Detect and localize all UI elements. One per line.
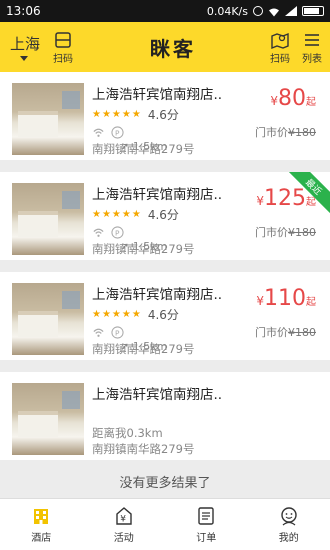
wifi-icon xyxy=(268,7,280,16)
network-speed: 0.04K/s xyxy=(206,4,248,18)
hotel-price: ¥80起 xyxy=(270,86,316,111)
bottom-tab-bar: 酒店 ¥ 活动 订单 我的 xyxy=(0,498,330,550)
distance-value: 1.5km xyxy=(132,340,168,353)
activity-icon: ¥ xyxy=(116,507,132,525)
wifi-amenity-icon xyxy=(93,128,104,137)
price-suffix: 起 xyxy=(306,97,316,108)
tab-label: 我的 xyxy=(278,533,299,544)
battery-icon xyxy=(302,6,324,16)
hotel-distance: ➚ 1.5km xyxy=(120,140,168,153)
parking-icon: P xyxy=(111,326,124,339)
wifi-amenity-icon xyxy=(93,228,104,237)
star-rating-icon: ★★★★★ xyxy=(92,309,142,320)
status-bar: 13:06 0.04K/s xyxy=(0,0,330,22)
order-icon xyxy=(198,507,214,525)
currency-symbol: ¥ xyxy=(256,194,264,208)
market-price-value: ¥180 xyxy=(288,126,316,139)
currency-symbol: ¥ xyxy=(270,94,278,108)
list-label: 列表 xyxy=(302,53,322,65)
hotel-price: ¥110起 xyxy=(256,286,316,311)
chevron-down-icon xyxy=(20,56,28,61)
hotel-card[interactable]: 上海浩轩宾馆南翔店.. 距离我0.3km 南翔镇南华路279号 xyxy=(0,372,330,460)
currency-symbol: ¥ xyxy=(256,294,264,308)
app-header: 上海 扫码 眯客 扫码 列表 xyxy=(0,22,330,72)
svg-text:P: P xyxy=(115,329,120,338)
hotel-name: 上海浩轩宾馆南翔店.. xyxy=(92,387,223,403)
nearest-badge: 最近 xyxy=(288,172,330,214)
market-price: 门市价¥180 xyxy=(255,224,316,240)
wifi-amenity-icon xyxy=(93,328,104,337)
distance-value: 1.5km xyxy=(132,240,168,253)
star-rating-icon: ★★★★★ xyxy=(92,109,142,120)
scan-right-label: 扫码 xyxy=(270,53,290,65)
tab-order[interactable]: 订单 xyxy=(165,499,248,550)
tab-label: 订单 xyxy=(196,533,217,544)
market-price-value: ¥180 xyxy=(288,226,316,239)
svg-text:P: P xyxy=(115,129,120,138)
hotel-score: 4.6分 xyxy=(147,308,179,322)
hotel-photo xyxy=(12,83,84,155)
city-name: 上海 xyxy=(10,35,41,53)
hotel-address: 南翔镇南华路279号 xyxy=(92,442,195,456)
tab-label: 酒店 xyxy=(31,533,52,544)
tab-label: 活动 xyxy=(113,533,134,544)
market-price-label: 门市价 xyxy=(255,226,288,239)
no-more-results: 没有更多结果了 xyxy=(119,476,211,491)
hotel-photo xyxy=(12,383,84,455)
scan-button-right[interactable]: 扫码 xyxy=(270,30,290,65)
distance-value: 1.5km xyxy=(132,140,168,153)
hotel-photo xyxy=(12,183,84,255)
market-price: 门市价¥180 xyxy=(255,124,316,140)
hotel-card[interactable]: 上海浩轩宾馆南翔店.. ★★★★★ 4.6分 P 南翔镇南华路279号 ➚ 1.… xyxy=(0,272,330,360)
hotel-photo xyxy=(12,283,84,355)
profile-icon xyxy=(281,507,297,526)
price-suffix: 起 xyxy=(306,297,316,308)
scan-left-label: 扫码 xyxy=(53,53,73,65)
hotel-card[interactable]: 上海浩轩宾馆南翔店.. ★★★★★ 4.6分 P 南翔镇南华路279号 ➚ 1.… xyxy=(0,72,330,160)
alarm-icon xyxy=(253,6,263,16)
star-rating-icon: ★★★★★ xyxy=(92,209,142,220)
hotel-card[interactable]: 上海浩轩宾馆南翔店.. ★★★★★ 4.6分 P 南翔镇南华路279号 ➚ 1.… xyxy=(0,172,330,260)
list-icon xyxy=(305,33,319,46)
parking-icon: P xyxy=(111,126,124,139)
market-price-label: 门市价 xyxy=(255,326,288,339)
hotel-distance-text: 距离我0.3km xyxy=(92,426,163,440)
hotel-icon xyxy=(34,509,49,524)
scan-icon xyxy=(55,31,71,48)
hotel-distance: ➚ 1.5km xyxy=(120,240,168,253)
market-price-label: 门市价 xyxy=(255,126,288,139)
price-amount: 80 xyxy=(278,86,306,111)
market-price: 门市价¥180 xyxy=(255,324,316,340)
price-amount: 110 xyxy=(264,286,306,311)
hotel-distance: ➚ 1.5km xyxy=(120,340,168,353)
hotel-score: 4.6分 xyxy=(147,108,179,122)
status-time: 13:06 xyxy=(6,4,41,18)
tab-profile[interactable]: 我的 xyxy=(248,499,330,550)
svg-text:P: P xyxy=(115,229,120,238)
tab-hotel[interactable]: 酒店 xyxy=(0,499,83,550)
parking-icon: P xyxy=(111,226,124,239)
app-title: 眯客 xyxy=(150,36,196,61)
list-view-button[interactable]: 列表 xyxy=(302,30,322,65)
map-scan-icon xyxy=(271,32,289,49)
tab-activity[interactable]: ¥ 活动 xyxy=(83,499,166,550)
city-selector[interactable]: 上海 xyxy=(0,33,48,61)
svg-text:¥: ¥ xyxy=(120,515,126,525)
scan-button-left[interactable]: 扫码 xyxy=(50,30,76,65)
hotel-list: 上海浩轩宾馆南翔店.. ★★★★★ 4.6分 P 南翔镇南华路279号 ➚ 1.… xyxy=(0,72,330,472)
signal-icon xyxy=(285,6,297,16)
hotel-score: 4.6分 xyxy=(147,208,179,222)
market-price-value: ¥180 xyxy=(288,326,316,339)
nearest-badge-label: 最近 xyxy=(288,172,330,214)
